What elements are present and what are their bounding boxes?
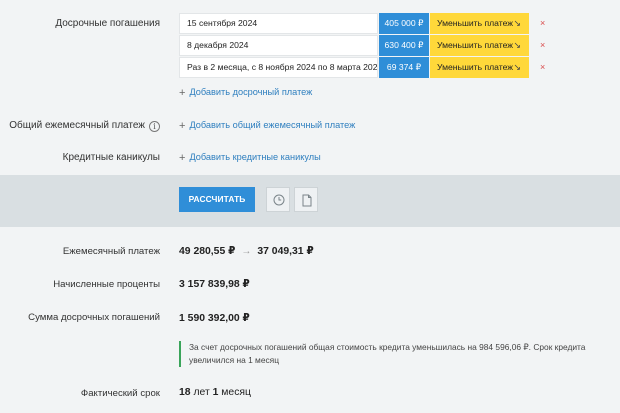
term-years-unit: лет [193,387,210,398]
early-payments-table: 15 сентября 2024 405 000 ₽ Уменьшить пла… [179,13,545,79]
document-icon [302,194,312,207]
monthly-payment-result-label: Ежемесячный платеж [62,246,160,257]
credit-holidays-label: Кредитные каникулы [62,152,160,163]
early-payment-mode-label: Уменьшить платеж [437,62,514,72]
term-result: 18 лет 1 месяц [179,387,251,398]
early-payment-date[interactable]: 15 сентября 2024 [179,13,378,34]
plus-icon: + [179,87,186,99]
term-months-number: 1 [212,387,219,398]
early-payments-label: Досрочные погашения [55,18,160,29]
export-button[interactable] [294,187,318,212]
arrow-right-icon: → [241,246,252,257]
early-payment-date[interactable]: 8 декабря 2024 [179,35,378,56]
add-monthly-payment-link[interactable]: + Добавить общий ежемесячный платеж [179,120,355,132]
interest-result-label: Начисленные проценты [53,279,160,290]
early-sum-result: 1 590 392,00 ₽ [179,313,250,324]
remove-payment-button[interactable]: × [540,13,545,34]
loan-form: Досрочные погашения 15 сентября 2024 405… [0,0,620,175]
add-early-payment-link[interactable]: + Добавить досрочный платеж [179,87,312,99]
term-result-label: Фактический срок [80,388,160,399]
remove-payment-button[interactable]: × [540,35,545,56]
early-payment-mode-button[interactable]: Уменьшить платеж ↘ [430,13,529,34]
info-icon[interactable]: i [149,121,160,132]
add-credit-holidays-link[interactable]: + Добавить кредитные каникулы [179,152,321,164]
term-months-unit: месяц [221,387,251,398]
new-monthly-payment: 37 049,31 ₽ [257,246,314,257]
early-sum-result-label: Сумма досрочных погашений [28,312,160,323]
early-payment-amount[interactable]: 405 000 ₽ [379,13,429,34]
monthly-payment-result: 49 280,55 ₽ → 37 049,31 ₽ [179,245,314,257]
early-payment-mode-label: Уменьшить платеж [437,18,514,28]
arrow-down-right-icon: ↘ [513,62,521,72]
early-payment-row: Раз в 2 месяца, с 8 ноября 2024 по 8 мар… [179,57,545,78]
results-panel: Ежемесячный платеж 49 280,55 ₽ → 37 049,31… [0,227,620,413]
calculate-button[interactable]: РАССЧИТАТЬ [179,187,255,212]
savings-note: За счет досрочных погашений общая стоимо… [179,341,589,367]
early-payment-mode-button[interactable]: Уменьшить платеж ↘ [430,35,529,56]
early-payment-amount[interactable]: 630 400 ₽ [379,35,429,56]
old-monthly-payment: 49 280,55 ₽ [179,246,236,257]
remove-payment-button[interactable]: × [540,57,545,78]
term-years-number: 18 [179,387,191,398]
arrow-down-right-icon: ↘ [513,18,521,28]
clock-icon [273,194,285,206]
early-payment-mode-label: Уменьшить платеж [437,40,514,50]
early-payment-row: 15 сентября 2024 405 000 ₽ Уменьшить пла… [179,13,545,34]
action-bar: РАССЧИТАТЬ [0,175,620,227]
arrow-down-right-icon: ↘ [513,40,521,50]
early-payment-row: 8 декабря 2024 630 400 ₽ Уменьшить плате… [179,35,545,56]
early-payment-mode-button[interactable]: Уменьшить платеж ↘ [430,57,529,78]
monthly-payment-label: Общий ежемесячный платеж i [9,120,160,132]
interest-result: 3 157 839,98 ₽ [179,279,250,290]
history-button[interactable] [266,187,290,212]
early-payment-date[interactable]: Раз в 2 месяца, с 8 ноября 2024 по 8 мар… [179,57,378,78]
plus-icon: + [179,120,186,132]
early-payment-amount[interactable]: 69 374 ₽ [379,57,429,78]
plus-icon: + [179,152,186,164]
